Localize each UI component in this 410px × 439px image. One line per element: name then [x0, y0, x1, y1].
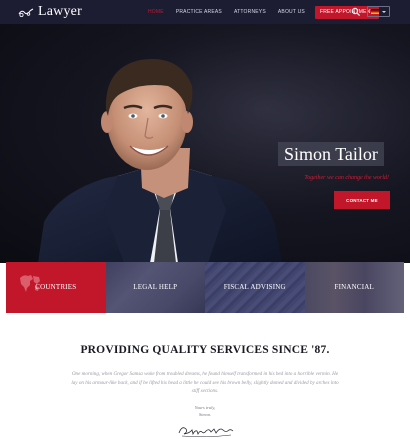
hero-title-box: Simon Tailor — [278, 142, 384, 166]
service-fiscal-advising[interactable]: FISCAL ADVISING — [205, 262, 305, 313]
nav-practice-areas[interactable]: PRACTICE AREAS — [174, 9, 224, 15]
hero-banner: Simon Tailor Together we can change the … — [0, 24, 410, 263]
german-flag-icon — [371, 9, 379, 14]
search-icon[interactable] — [351, 7, 361, 17]
contact-me-button[interactable]: CONTACT ME — [334, 191, 390, 209]
hero-title: Simon Tailor — [284, 144, 378, 164]
service-legal-help[interactable]: LEGAL HELP — [105, 262, 205, 313]
top-navigation-bar: Lawyer HOME PRACTICE AREAS ATTORNEYS ABO… — [0, 0, 410, 24]
service-financial-label: FINANCIAL — [334, 283, 375, 291]
section-title: PROVIDING QUALITY SERVICES SINCE '87. — [80, 344, 330, 356]
chevron-down-icon — [382, 10, 386, 13]
nav-home[interactable]: HOME — [146, 9, 166, 15]
logo-text: Lawyer — [38, 4, 82, 19]
site-logo[interactable]: Lawyer — [18, 3, 82, 21]
service-countries[interactable]: COUNTRIES — [6, 262, 106, 313]
service-fiscal-advising-label: FISCAL ADVISING — [223, 283, 286, 291]
nav-about-us[interactable]: ABOUT US — [276, 9, 307, 15]
service-financial[interactable]: FINANCIAL — [304, 262, 404, 313]
closing-text: Yours truly, — [194, 405, 216, 410]
nav-attorneys[interactable]: ATTORNEYS — [232, 9, 268, 15]
service-countries-label: COUNTRIES — [35, 283, 77, 291]
main-navigation: HOME PRACTICE AREAS ATTORNEYS ABOUT US F… — [146, 5, 379, 19]
signer-name: Simon. — [198, 412, 212, 417]
section-body-text: One morning, when Gregor Samsa woke from… — [71, 371, 339, 394]
service-legal-help-label: LEGAL HELP — [133, 283, 178, 291]
hero-subtitle: Together we can change the world! — [304, 175, 389, 181]
language-selector[interactable] — [367, 6, 390, 17]
scales-logo-icon — [18, 8, 34, 18]
services-strip: COUNTRIES LEGAL HELP FISCAL ADVISING FIN… — [6, 262, 404, 313]
handwritten-signature — [178, 427, 234, 438]
